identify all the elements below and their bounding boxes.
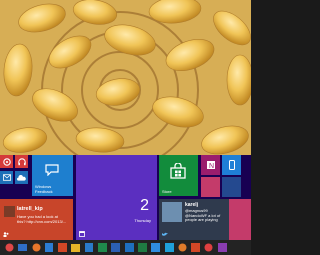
people-tile[interactable]: latrell_kip Have you had a look at this?… — [0, 199, 73, 240]
music-tile[interactable] — [0, 155, 13, 168]
shopping-bag-icon — [170, 163, 186, 179]
tile-label: Store — [162, 189, 172, 194]
photos-icon — [164, 243, 174, 252]
tile-label: Windows Feedback — [35, 184, 53, 194]
red-app-tile[interactable] — [201, 177, 220, 197]
powerpoint-icon — [191, 243, 201, 252]
taskbar-mail[interactable] — [150, 242, 161, 253]
mail-icon — [151, 243, 161, 252]
taskbar-word[interactable] — [110, 242, 121, 253]
calendar-icon — [79, 231, 85, 237]
phone-tile[interactable] — [222, 155, 241, 175]
outlook-icon — [124, 243, 134, 252]
desktop-wallpaper — [0, 0, 251, 155]
mail-icon — [2, 174, 11, 181]
feedback-icon — [45, 164, 59, 176]
cocoon-photo — [0, 0, 251, 155]
headphones-icon — [17, 157, 26, 165]
people-icon — [3, 232, 9, 237]
file-explorer-icon — [71, 243, 81, 252]
music-icon — [2, 157, 11, 166]
taskbar-file-explorer[interactable] — [70, 242, 81, 253]
calendar-weekday: Thursday — [134, 218, 151, 223]
onenote-icon: N — [206, 161, 215, 170]
taskbar-excel-2[interactable] — [137, 242, 148, 253]
people-message: Have you had a look at this? http://cnn.… — [17, 214, 67, 224]
twitter-bird-icon — [162, 232, 168, 236]
start-screen: Windows Feedback latrell_kip Have you ha… — [0, 155, 251, 240]
cloud-icon — [17, 174, 26, 181]
svg-text:N: N — [209, 163, 214, 170]
taskbar-desktop[interactable] — [17, 242, 28, 253]
taskbar-onenote-3[interactable] — [217, 242, 228, 253]
excel-icon — [137, 243, 147, 252]
taskbar-powerpoint[interactable] — [190, 242, 201, 253]
onenote-icon — [45, 243, 54, 252]
taskbar-pinterest[interactable] — [203, 242, 214, 253]
taskbar-onenote-2[interactable] — [84, 242, 95, 253]
blue-app-tile[interactable] — [222, 177, 241, 197]
excel-icon — [98, 243, 108, 252]
onedrive-tile[interactable] — [15, 171, 28, 184]
start-button[interactable] — [4, 242, 15, 253]
taskbar — [0, 240, 251, 255]
onenote-tile[interactable]: N — [201, 155, 220, 175]
desktop-icon — [18, 244, 28, 251]
start-icon — [5, 243, 14, 252]
avatar — [162, 202, 182, 222]
avatar — [4, 206, 15, 217]
pink-app-tile[interactable] — [229, 199, 251, 240]
onenote-icon — [217, 243, 227, 252]
onenote-icon — [85, 243, 94, 252]
taskbar-onenote[interactable] — [44, 242, 55, 253]
taskbar-photos[interactable] — [164, 242, 175, 253]
phone-icon — [228, 160, 235, 170]
twitter-tile[interactable]: karelj @magnus99 @NandoWF a lot of peopl… — [159, 199, 251, 240]
browser-icon — [32, 243, 41, 252]
small-tile-group — [0, 155, 29, 199]
mail-tile[interactable] — [0, 171, 13, 184]
taskbar-excel[interactable] — [97, 242, 108, 253]
people-username: latrell_kip — [17, 206, 43, 212]
windows-feedback-tile[interactable]: Windows Feedback — [32, 155, 73, 196]
calendar-tile[interactable]: 2 Thursday — [76, 155, 157, 240]
twitter-message: @magnus99 @NandoWF a lot of people are p… — [185, 208, 221, 223]
taskbar-settings[interactable] — [177, 242, 188, 253]
settings-icon — [178, 243, 187, 252]
word-icon — [111, 243, 121, 252]
taskbar-outlook[interactable] — [124, 242, 135, 253]
store-icon — [58, 243, 68, 252]
music-app-tile[interactable] — [15, 155, 28, 168]
store-tile[interactable]: Store — [159, 155, 198, 196]
taskbar-browser[interactable] — [31, 242, 42, 253]
pinterest-icon — [204, 243, 213, 252]
calendar-day: 2 — [140, 197, 149, 214]
taskbar-store[interactable] — [57, 242, 68, 253]
